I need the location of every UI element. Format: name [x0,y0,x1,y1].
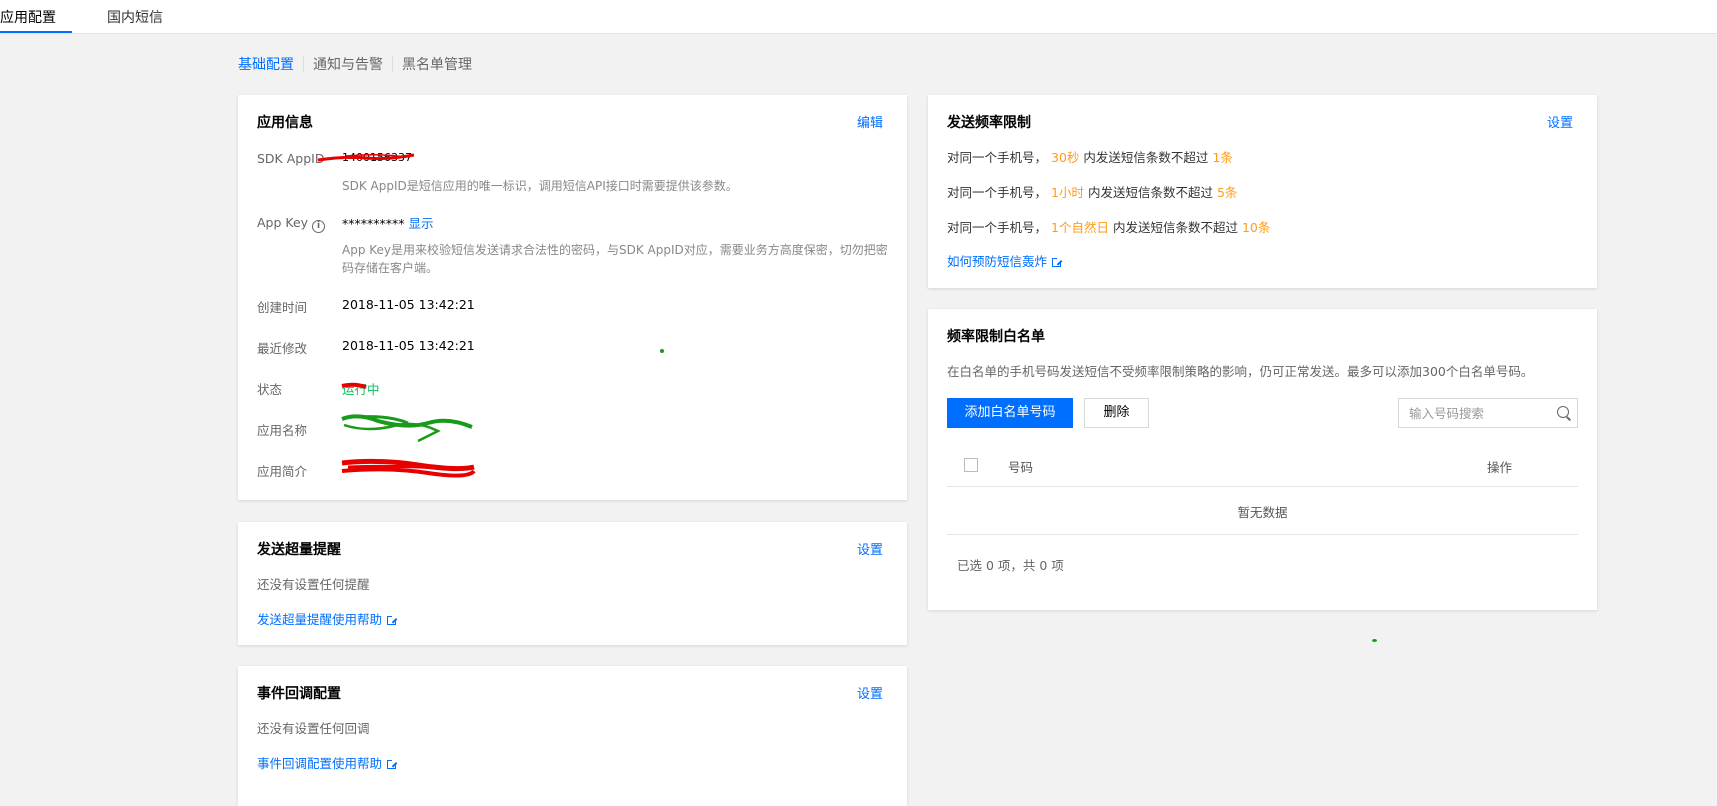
modified-time-value: 2018-11-05 13:42:21 [342,338,475,353]
freq-rule-3: 对同一个手机号， 1个自然日 内发送短信条数不超过 10条 [947,217,1270,236]
subtab-blacklist[interactable]: 黑名单管理 [393,54,481,74]
info-icon[interactable]: i [312,220,326,233]
show-key-link[interactable]: 显示 [408,216,433,231]
app-key-desc: App Key是用来校验短信发送请求合法性的密码，与SDK AppID对应，需要… [342,243,888,275]
overflow-alert-setting-button[interactable]: 设置 [857,539,883,558]
app-key-label-row: App Key i [257,215,326,233]
freq-limit-help: 如何预防短信轰炸 [947,251,1063,270]
freq-rule-count: 10条 [1241,220,1271,235]
empty-table-message: 暂无数据 [1237,505,1288,520]
callback-card: 事件回调配置 设置 还没有设置任何回调 事件回调配置使用帮助 [238,666,907,806]
app-key-value: ********** [342,216,405,231]
freq-limit-help-link[interactable]: 如何预防短信轰炸 [947,254,1047,269]
freq-rule-middle: 内发送短信条数不超过 [1083,150,1209,165]
external-link-icon[interactable] [387,759,398,769]
whitelist-title: 频率限制白名单 [947,329,1045,345]
callback-empty-text: 还没有设置任何回调 [257,721,370,736]
whitelist-desc: 在白名单的手机号码发送短信不受频率限制策略的影响，仍可正常发送。最多可以添加30… [947,364,1534,379]
edit-button[interactable]: 编辑 [857,112,883,131]
overflow-alert-title: 发送超量提醒 [257,542,341,558]
redaction-scribble [341,458,476,478]
overflow-alert-help: 发送超量提醒使用帮助 [257,609,398,628]
callback-setting-button[interactable]: 设置 [857,683,883,702]
subtab-notify-alert[interactable]: 通知与告警 [304,54,392,74]
redaction-scribble [317,153,415,162]
top-tab-bar: 应用配置 国内短信 [0,0,1717,34]
selection-summary: 已选 0 项，共 0 项 [957,558,1064,573]
number-search-box [1398,398,1578,428]
freq-rule-count: 1条 [1212,150,1233,165]
table-header-divider [947,486,1578,487]
stray-dot [660,349,664,353]
callback-help: 事件回调配置使用帮助 [257,753,398,772]
freq-rule-count: 5条 [1216,185,1238,200]
freq-rule-period: 1个自然日 [1051,220,1109,235]
sdk-appid-desc: SDK AppID是短信应用的唯一标识，调用短信API接口时需要提供该参数。 [342,179,738,193]
callback-title: 事件回调配置 [257,686,341,702]
modified-time-label: 最近修改 [257,341,308,356]
delete-button[interactable]: 删除 [1084,398,1149,428]
tab-app-config[interactable]: 应用配置 [0,0,72,33]
freq-rule-middle: 内发送短信条数不超过 [1112,220,1238,235]
sdk-appid-label: SDK AppID [257,151,325,166]
status-label: 状态 [257,382,283,397]
app-info-card: 应用信息 编辑 SDK AppID 1400156337 SDK AppID是短… [238,95,907,500]
select-all-checkbox[interactable] [964,458,978,472]
freq-rule-prefix: 对同一个手机号， [947,185,1048,200]
freq-limit-title: 发送频率限制 [947,115,1031,131]
freq-rule-period: 1小时 [1051,185,1084,200]
created-time-value: 2018-11-05 13:42:21 [342,297,475,312]
external-link-icon[interactable] [387,615,398,625]
table-footer-divider [947,534,1578,535]
subtab-basic-config[interactable]: 基础配置 [238,54,303,74]
app-key-row: ********** 显示 [342,213,434,232]
freq-rule-prefix: 对同一个手机号， [947,220,1048,235]
app-key-label: App Key [257,215,309,230]
external-link-icon[interactable] [1052,257,1063,267]
freq-limit-card: 发送频率限制 设置 对同一个手机号， 30秒 内发送短信条数不超过 1条 对同一… [928,95,1597,288]
active-tab-underline [0,31,72,33]
callback-help-link[interactable]: 事件回调配置使用帮助 [257,756,382,771]
app-name-label: 应用名称 [257,423,308,438]
whitelist-card: 频率限制白名单 在白名单的手机号码发送短信不受频率限制策略的影响，仍可正常发送。… [928,309,1597,610]
tab-domestic-sms-label: 国内短信 [107,10,163,26]
overflow-alert-help-link[interactable]: 发送超量提醒使用帮助 [257,612,382,627]
search-icon[interactable] [1557,406,1569,418]
redaction-scribble [341,382,367,389]
freq-rule-prefix: 对同一个手机号， [947,150,1048,165]
created-time-label: 创建时间 [257,300,308,315]
overflow-alert-empty-text: 还没有设置任何提醒 [257,577,370,592]
sub-tab-bar: 基础配置 通知与告警 黑名单管理 [238,52,481,76]
app-intro-label: 应用简介 [257,464,308,479]
freq-rule-middle: 内发送短信条数不超过 [1087,185,1213,200]
tab-domestic-sms[interactable]: 国内短信 [107,0,163,33]
app-info-title: 应用信息 [257,115,313,131]
add-whitelist-button[interactable]: 添加白名单号码 [947,398,1073,428]
column-header-action: 操作 [1487,460,1513,475]
column-header-number: 号码 [1008,460,1034,475]
overflow-alert-card: 发送超量提醒 设置 还没有设置任何提醒 发送超量提醒使用帮助 [238,522,907,645]
stray-dot [1372,639,1377,642]
freq-rule-1: 对同一个手机号， 30秒 内发送短信条数不超过 1条 [947,147,1233,166]
number-search-input[interactable] [1407,405,1541,422]
freq-limit-setting-button[interactable]: 设置 [1547,112,1573,131]
redaction-scribble [341,414,473,443]
freq-rule-2: 对同一个手机号， 1小时 内发送短信条数不超过 5条 [947,182,1237,201]
freq-rule-period: 30秒 [1051,150,1080,165]
tab-app-config-label: 应用配置 [0,10,56,26]
